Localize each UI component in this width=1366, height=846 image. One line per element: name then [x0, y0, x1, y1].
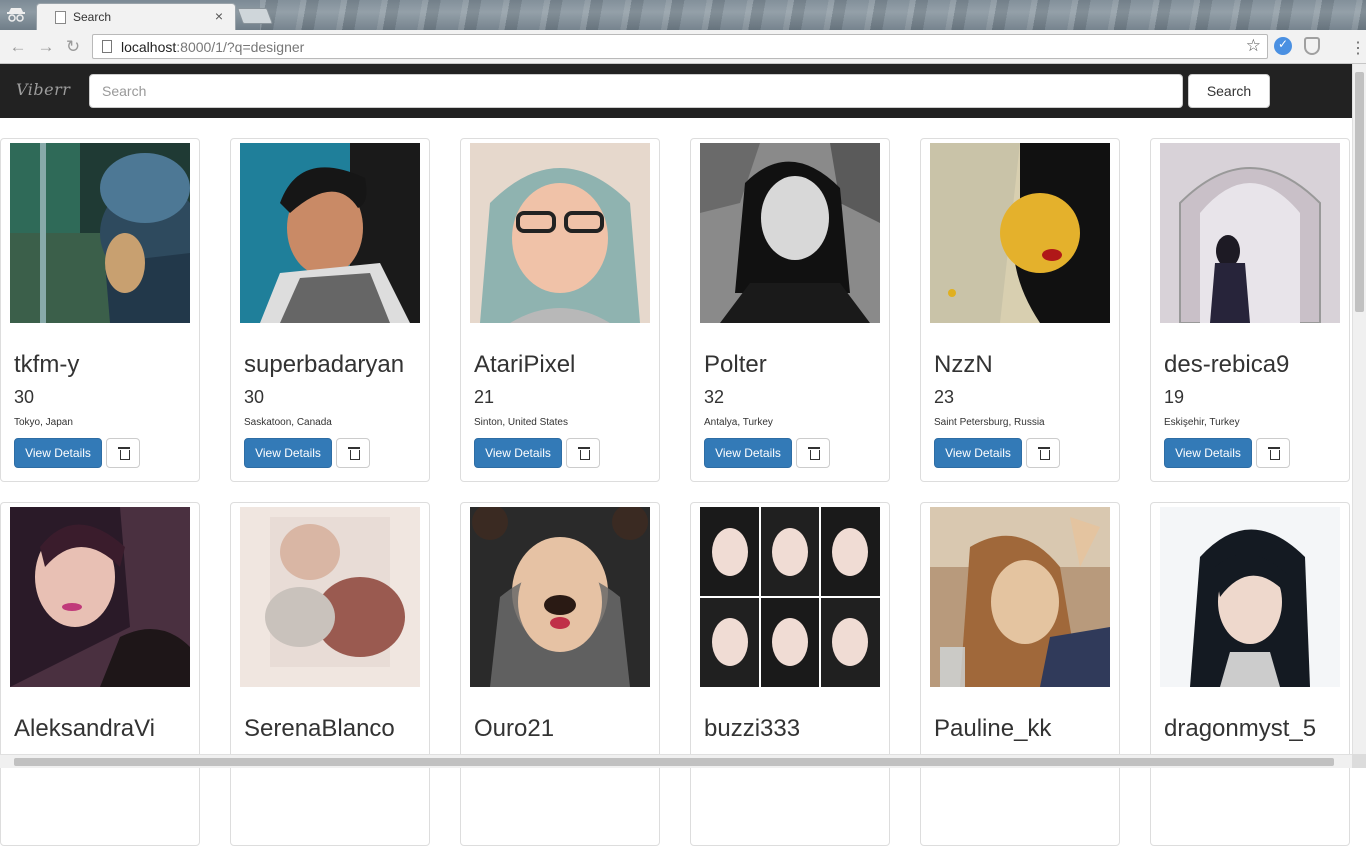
- search-button[interactable]: Search: [1188, 74, 1270, 108]
- trash-icon: [808, 447, 820, 460]
- profile-age: 30: [14, 387, 35, 407]
- profile-location: Tokyo, Japan: [14, 417, 73, 428]
- brand-logo[interactable]: Viberr: [16, 80, 70, 99]
- profile-card: AtariPixel 21 Sinton, United States View…: [460, 138, 660, 482]
- profile-photo[interactable]: [240, 143, 420, 323]
- shield-extension-icon[interactable]: [1304, 37, 1320, 55]
- profile-photo[interactable]: [700, 507, 880, 687]
- profile-photo[interactable]: [930, 143, 1110, 323]
- profile-location: Saskatoon, Canada: [244, 417, 332, 428]
- tab-close-icon[interactable]: ×: [215, 8, 223, 24]
- profile-name: AleksandraVi: [14, 715, 155, 742]
- delete-button[interactable]: [336, 438, 370, 468]
- trash-icon: [348, 447, 360, 460]
- profile-location: Eskişehir, Turkey: [1164, 417, 1240, 428]
- profile-card: buzzi333: [690, 502, 890, 846]
- profile-photo[interactable]: [700, 143, 880, 323]
- profile-photo[interactable]: [470, 143, 650, 323]
- page-icon: [102, 40, 112, 53]
- profile-card: AleksandraVi: [0, 502, 200, 846]
- trash-icon: [1038, 447, 1050, 460]
- profile-photo[interactable]: [1160, 507, 1340, 687]
- profile-photo[interactable]: [10, 507, 190, 687]
- profile-name: NzzN: [934, 351, 993, 378]
- profile-name: superbadaryan: [244, 351, 405, 378]
- profile-location: Sinton, United States: [474, 417, 568, 428]
- delete-button[interactable]: [566, 438, 600, 468]
- trash-icon: [578, 447, 590, 460]
- profile-photo[interactable]: [1160, 143, 1340, 323]
- extension-icon[interactable]: [1274, 37, 1292, 55]
- url-text[interactable]: localhost:8000/1/?q=designer: [121, 39, 304, 55]
- view-details-button[interactable]: View Details: [934, 438, 1022, 468]
- view-details-button[interactable]: View Details: [474, 438, 562, 468]
- profile-name: des-rebica9: [1164, 351, 1290, 378]
- profile-age: 21: [474, 387, 495, 407]
- scroll-thumb[interactable]: [14, 758, 1334, 766]
- back-arrow-icon[interactable]: ←: [8, 37, 28, 57]
- profile-card: NzzN 23 Saint Petersburg, Russia View De…: [920, 138, 1120, 482]
- browser-toolbar: ← → ↻ localhost:8000/1/?q=designer ☆: [0, 30, 1366, 64]
- delete-button[interactable]: [1026, 438, 1060, 468]
- address-bar[interactable]: localhost:8000/1/?q=designer ☆: [92, 34, 1268, 59]
- view-details-button[interactable]: View Details: [244, 438, 332, 468]
- profile-photo[interactable]: [10, 143, 190, 323]
- profile-name: Polter: [704, 351, 767, 378]
- profile-name: Pauline_kk: [934, 715, 1052, 742]
- profile-card: dragonmyst_5: [1150, 502, 1350, 846]
- profile-location: Antalya, Turkey: [704, 417, 773, 428]
- profile-photo[interactable]: [470, 507, 650, 687]
- search-input[interactable]: [89, 74, 1183, 108]
- profile-location: Saint Petersburg, Russia: [934, 417, 1045, 428]
- page-icon: [55, 11, 66, 24]
- profile-photo[interactable]: [930, 507, 1110, 687]
- profile-name: Ouro21: [474, 715, 555, 742]
- horizontal-scrollbar[interactable]: [0, 754, 1352, 768]
- delete-button[interactable]: [796, 438, 830, 468]
- profile-age: 30: [244, 387, 265, 407]
- profile-name: AtariPixel: [474, 351, 576, 378]
- view-details-button[interactable]: View Details: [1164, 438, 1252, 468]
- forward-arrow-icon[interactable]: →: [36, 37, 56, 57]
- url-path: :8000/1/?q=designer: [176, 39, 305, 55]
- incognito-icon: [7, 8, 25, 22]
- view-details-button[interactable]: View Details: [14, 438, 102, 468]
- tab-search[interactable]: Search ×: [36, 3, 236, 30]
- trash-icon: [1268, 447, 1280, 460]
- profile-age: 32: [704, 387, 725, 407]
- new-tab-button[interactable]: [237, 8, 273, 24]
- profile-age: 23: [934, 387, 955, 407]
- delete-button[interactable]: [106, 438, 140, 468]
- delete-button[interactable]: [1256, 438, 1290, 468]
- trash-icon: [118, 447, 130, 460]
- profile-card: Ouro21: [460, 502, 660, 846]
- profile-photo[interactable]: [240, 507, 420, 687]
- profile-card: superbadaryan 30 Saskatoon, Canada View …: [230, 138, 430, 482]
- profile-age: 19: [1164, 387, 1185, 407]
- profile-card: Pauline_kk: [920, 502, 1120, 846]
- vertical-scrollbar[interactable]: [1352, 64, 1366, 754]
- reload-icon[interactable]: ↻: [63, 37, 83, 57]
- profile-card: tkfm-y 30 Tokyo, Japan View Details: [0, 138, 200, 482]
- url-host: localhost: [121, 39, 177, 55]
- profile-name: buzzi333: [704, 715, 801, 742]
- scroll-corner: [1352, 754, 1366, 768]
- profile-card: Polter 32 Antalya, Turkey View Details: [690, 138, 890, 482]
- tab-title: Search: [73, 10, 112, 24]
- bookmark-star-icon[interactable]: ☆: [1246, 36, 1261, 56]
- profile-card: des-rebica9 19 Eskişehir, Turkey View De…: [1150, 138, 1350, 482]
- view-details-button[interactable]: View Details: [704, 438, 792, 468]
- app-navbar: Viberr Search: [0, 64, 1352, 118]
- browser-menu-icon[interactable]: ⋮: [1350, 38, 1366, 58]
- profile-name: tkfm-y: [14, 351, 80, 378]
- scroll-thumb[interactable]: [1355, 72, 1364, 312]
- profile-card: SerenaBlanco: [230, 502, 430, 846]
- profile-name: SerenaBlanco: [244, 715, 395, 742]
- browser-tabstrip: Search ×: [0, 0, 1366, 30]
- profile-name: dragonmyst_5: [1164, 715, 1317, 742]
